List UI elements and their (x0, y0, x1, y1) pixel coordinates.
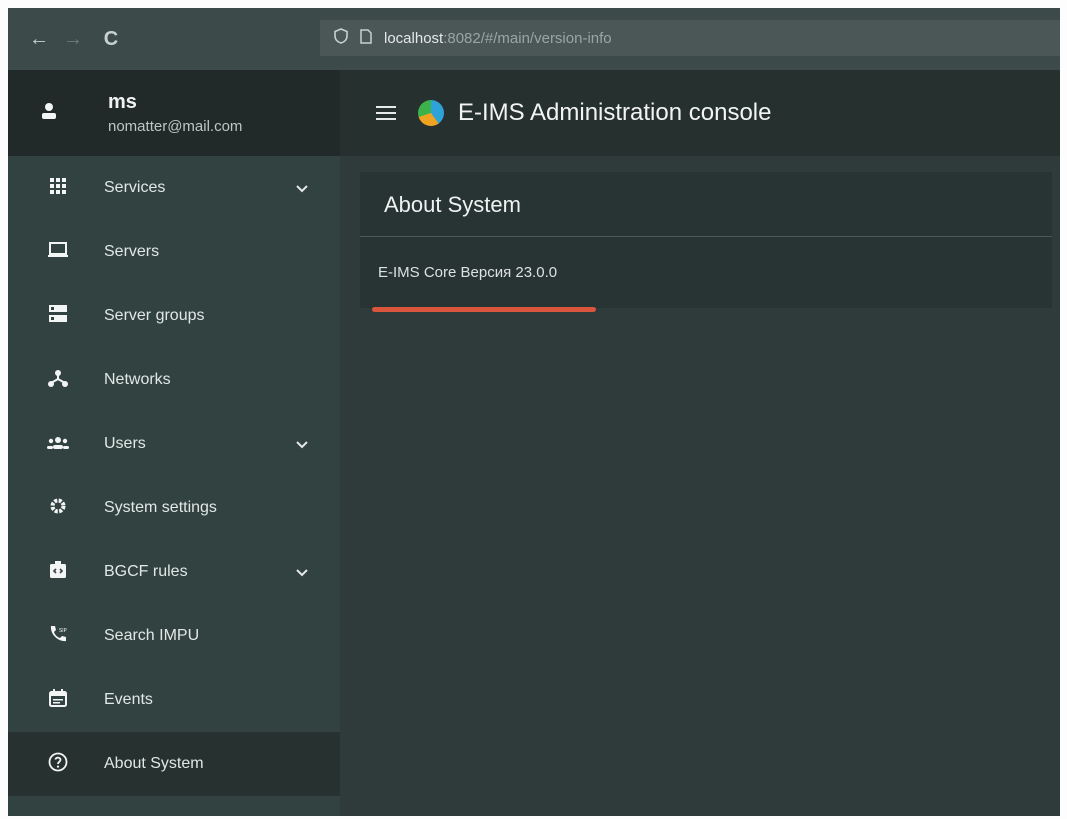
grid-icon (46, 177, 70, 199)
chevron-down-icon[interactable] (296, 181, 308, 196)
page-title: About System (384, 192, 521, 217)
page-icon (360, 28, 372, 48)
url-host: localhost (384, 29, 444, 47)
about-system-card: About System E-IMS Core Версия 23.0.0 (360, 172, 1052, 308)
sidebar-item-label: Servers (104, 243, 160, 260)
sidebar-item-label: Search IMPU (104, 627, 200, 644)
sidebar-item-servers[interactable]: Servers (8, 220, 340, 284)
gear-icon (46, 497, 70, 520)
forward-arrow-icon[interactable]: → (56, 28, 90, 51)
sidebar-item-label: Server groups (104, 307, 205, 324)
sidebar-item-events[interactable]: Events (8, 668, 340, 732)
app-header: E-IMS Administration console (340, 70, 1060, 156)
sidebar-item-label: System settings (104, 499, 217, 516)
hamburger-menu-icon[interactable] (376, 100, 396, 126)
back-arrow-icon[interactable]: ← (22, 28, 56, 51)
sidebar: ms nomatter@mail.com Services Servers Se… (8, 70, 340, 816)
card-divider (360, 236, 1052, 237)
laptop-icon (46, 241, 70, 263)
calendar-icon (46, 688, 70, 712)
storage-icon (46, 304, 70, 328)
rules-icon (46, 560, 70, 584)
sidebar-item-about-system[interactable]: About System (8, 732, 340, 796)
reload-icon[interactable]: C (94, 28, 128, 51)
chevron-down-icon[interactable] (296, 565, 308, 580)
browser-toolbar: ← → C localhost:8082/#/main/version-info (8, 8, 1060, 70)
sidebar-item-services[interactable]: Services (8, 156, 340, 220)
help-circle-icon (46, 752, 70, 777)
svg-text:SIP: SIP (59, 628, 67, 634)
app-window: ← → C localhost:8082/#/main/version-info… (8, 8, 1060, 816)
sidebar-item-label: Users (104, 435, 146, 452)
app-logo-icon (418, 100, 444, 126)
shield-icon (334, 28, 348, 48)
sidebar-item-label: Services (104, 179, 166, 196)
url-path: :8082/#/main/version-info (443, 29, 612, 47)
sidebar-item-label: Networks (104, 371, 171, 388)
chevron-down-icon[interactable] (296, 437, 308, 452)
sidebar-item-search-impu[interactable]: SIP Search IMPU (8, 604, 340, 668)
sidebar-item-bgcf-rules[interactable]: BGCF rules (8, 540, 340, 604)
user-name: ms (108, 91, 137, 113)
sidebar-item-label: BGCF rules (104, 563, 188, 580)
version-info: E-IMS Core Версия 23.0.0 (378, 264, 558, 281)
sidebar-item-label: About System (104, 755, 204, 772)
user-profile: ms nomatter@mail.com (8, 70, 340, 156)
version-highlight-underline (372, 307, 596, 312)
address-bar[interactable]: localhost:8082/#/main/version-info (320, 20, 1060, 56)
sidebar-item-server-groups[interactable]: Server groups (8, 284, 340, 348)
people-icon (46, 434, 70, 455)
sidebar-item-label: Events (104, 691, 153, 708)
app-title: E-IMS Administration console (458, 99, 772, 126)
sidebar-item-users[interactable]: Users (8, 412, 340, 476)
sidebar-item-system-settings[interactable]: System settings (8, 476, 340, 540)
sidebar-item-networks[interactable]: Networks (8, 348, 340, 412)
user-email: nomatter@mail.com (108, 118, 243, 135)
sip-phone-icon: SIP (46, 625, 70, 648)
person-icon (40, 102, 58, 125)
network-icon (46, 369, 70, 392)
